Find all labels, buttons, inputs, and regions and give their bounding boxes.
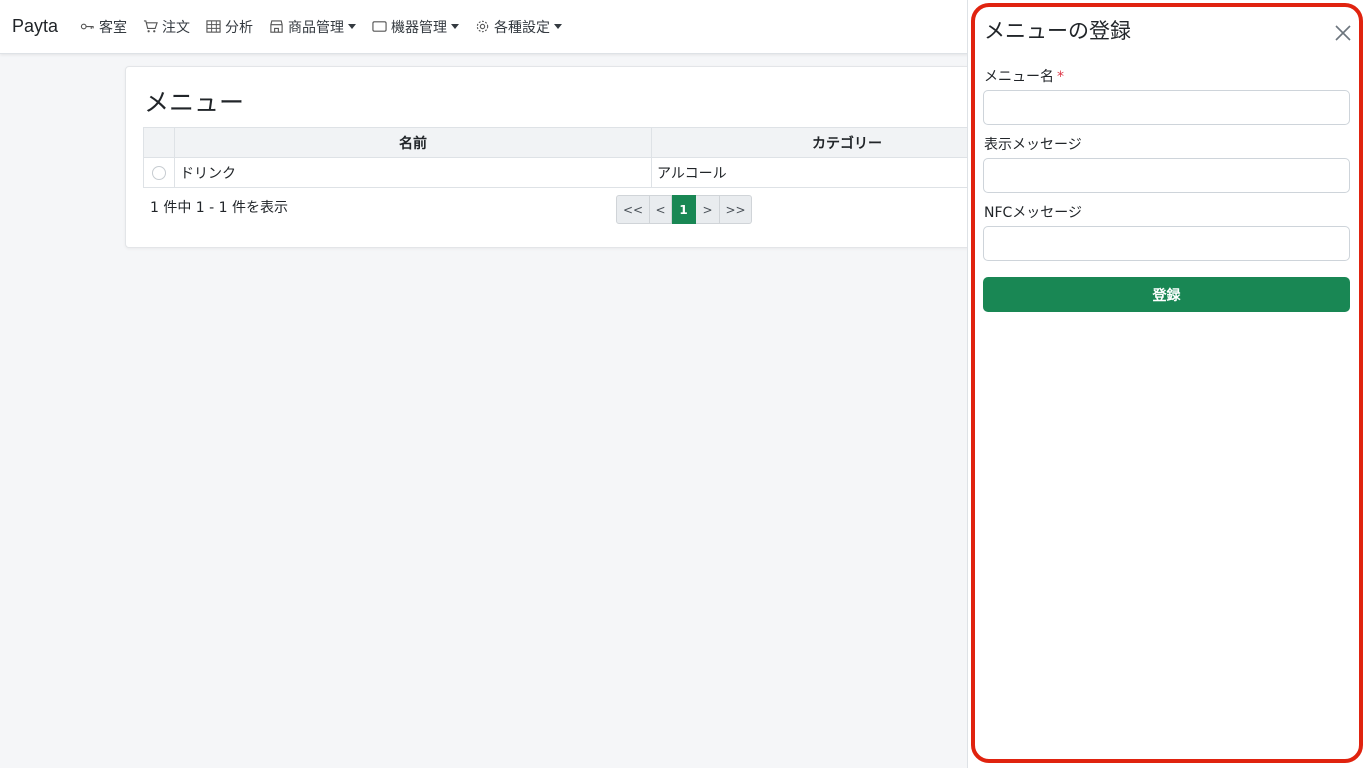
device-icon (372, 21, 387, 32)
first-page-button[interactable]: << (616, 195, 650, 224)
nav-item-label: 注文 (162, 19, 191, 36)
pagination: << < 1 > >> (616, 195, 752, 224)
panel-title: メニューの登録 (984, 19, 1131, 43)
nav-item-label: 各種設定 (494, 19, 551, 36)
menu-table: 名前 カテゴリー ドリンク アルコール (143, 127, 1043, 188)
display-message-label: 表示メッセージ (984, 137, 1082, 153)
row-select-cell (143, 157, 175, 188)
select-column-header (143, 127, 175, 158)
next-page-button[interactable]: > (696, 195, 720, 224)
nav-item-label: 客室 (99, 19, 128, 36)
close-icon[interactable] (1334, 24, 1352, 42)
name-column-header[interactable]: 名前 (174, 127, 652, 158)
nav-item-devices[interactable]: 機器管理 (372, 17, 460, 37)
last-page-button[interactable]: >> (720, 195, 752, 224)
page-1-button[interactable]: 1 (672, 195, 696, 224)
nfc-message-label: NFCメッセージ (984, 205, 1083, 221)
table-row[interactable]: ドリンク アルコール (143, 157, 1043, 188)
caret-down-icon (451, 24, 460, 29)
register-button[interactable]: 登録 (983, 277, 1350, 312)
nav-item-analytics[interactable]: 分析 (206, 17, 253, 37)
nav-item-label: 商品管理 (288, 19, 345, 36)
table-header-row: 名前 カテゴリー (143, 127, 1043, 158)
shop-icon (270, 20, 283, 33)
nav-item-settings[interactable]: 各種設定 (475, 17, 563, 37)
brand-logo[interactable]: Payta (12, 16, 58, 37)
row-radio[interactable] (152, 165, 166, 180)
cart-icon (143, 20, 158, 33)
caret-down-icon (348, 24, 357, 29)
display-message-input[interactable] (983, 158, 1350, 193)
nav-item-orders[interactable]: 注文 (143, 17, 190, 37)
caret-down-icon (554, 24, 563, 29)
menu-name-label: メニュー名 * (984, 66, 1064, 86)
required-mark: * (1057, 69, 1064, 85)
table-icon (206, 20, 221, 33)
prev-page-button[interactable]: < (650, 195, 672, 224)
nav-item-products[interactable]: 商品管理 (269, 17, 357, 37)
record-count-text: 1 件中 1 - 1 件を表示 (150, 200, 289, 216)
page-title: メニュー (144, 88, 245, 117)
key-icon (80, 23, 94, 30)
name-cell: ドリンク (174, 157, 652, 188)
nav-item-label: 分析 (225, 19, 254, 36)
gear-icon (476, 20, 489, 33)
menu-name-label-text: メニュー名 (984, 69, 1054, 85)
nav-item-rooms[interactable]: 客室 (80, 17, 127, 37)
nfc-message-input[interactable] (983, 226, 1350, 261)
menu-list-card: メニュー 名前 カテゴリー ドリンク アルコール 1 件中 1 - 1 件を表示… (125, 66, 1043, 248)
menu-name-input[interactable] (983, 90, 1350, 125)
nav-item-label: 機器管理 (391, 19, 448, 36)
